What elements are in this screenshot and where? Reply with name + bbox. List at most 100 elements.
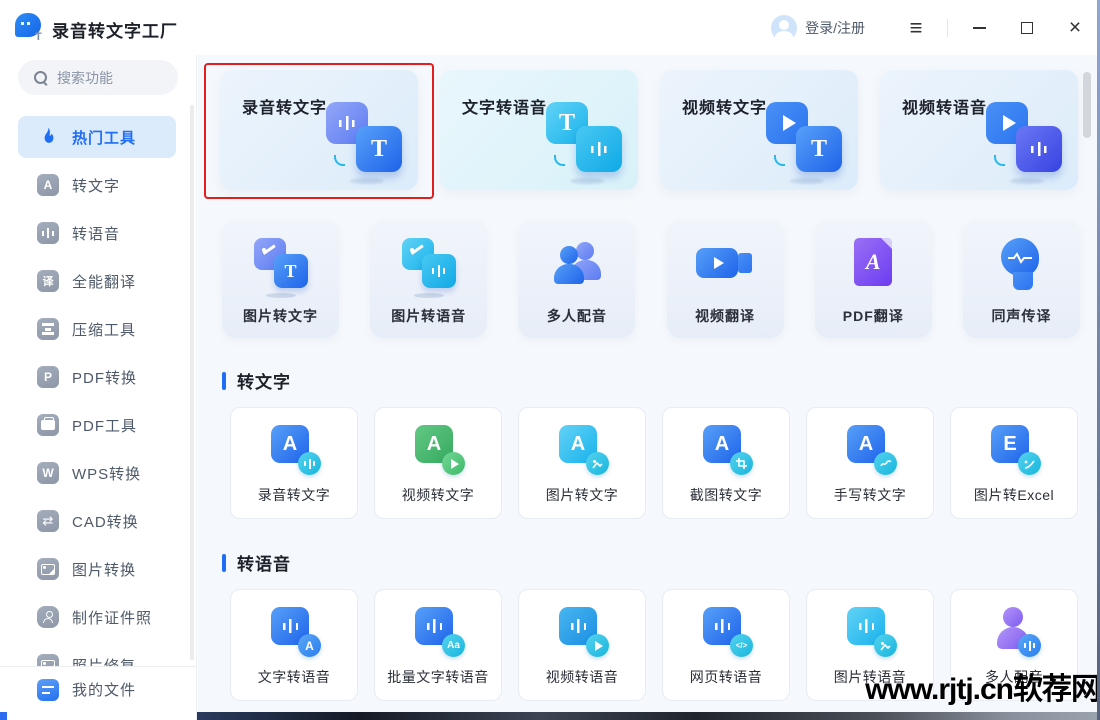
sidebar-item-label: 制作证件照 bbox=[72, 607, 152, 628]
video-to-text-icon: T bbox=[766, 98, 842, 180]
bottom-left-notch bbox=[0, 712, 7, 720]
sidebar-item-hot-tools[interactable]: 热门工具 bbox=[18, 116, 176, 158]
compress-icon bbox=[37, 318, 59, 340]
card-video-to-speech[interactable]: 视频转语音 bbox=[880, 70, 1078, 190]
sidebar-item-pdf-convert[interactable]: P PDF转换 bbox=[18, 356, 176, 398]
close-button[interactable]: × bbox=[1058, 11, 1092, 45]
audio-to-text-icon: T bbox=[326, 98, 402, 180]
login-register-label: 登录/注册 bbox=[805, 18, 865, 38]
tool-label: 图片转文字 bbox=[519, 485, 645, 505]
tool-audio-to-text[interactable]: A 录音转文字 bbox=[230, 407, 358, 519]
tool-label: 录音转文字 bbox=[231, 485, 357, 505]
card-label: 图片转文字 bbox=[222, 306, 339, 326]
my-files-icon bbox=[37, 679, 59, 701]
search-input[interactable]: 搜索功能 bbox=[18, 60, 178, 95]
app-title: 录音转文字工厂 bbox=[52, 17, 178, 42]
titlebar-divider bbox=[947, 19, 948, 37]
tool-video-to-text[interactable]: A 视频转文字 bbox=[374, 407, 502, 519]
audio-to-text-icon: A bbox=[267, 425, 321, 477]
card-simultaneous-interpretation[interactable]: 同声传译 bbox=[963, 220, 1080, 338]
logo-t-glyph: T bbox=[35, 31, 45, 42]
sidebar-menu: 热门工具 A 转文字 转语音 译 全能翻译 压缩工具 P PDF转换 PDF工具… bbox=[0, 110, 197, 720]
tool-batch-text-to-speech[interactable]: Aa 批量文字转语音 bbox=[374, 589, 502, 701]
sidebar-item-label: PDF转换 bbox=[72, 367, 137, 388]
tool-screenshot-to-text[interactable]: A 截图转文字 bbox=[662, 407, 790, 519]
image-to-text-icon: A bbox=[555, 425, 609, 477]
sidebar-item-label: 转语音 bbox=[72, 223, 120, 244]
pdf-document-icon: A bbox=[842, 236, 904, 294]
wps-icon: W bbox=[37, 462, 59, 484]
background-bottom-strip bbox=[197, 712, 1100, 720]
tool-text-to-speech[interactable]: A 文字转语音 bbox=[230, 589, 358, 701]
tool-label: 视频转文字 bbox=[375, 485, 501, 505]
image-to-excel-icon: E bbox=[987, 425, 1041, 477]
sidebar-item-label: 热门工具 bbox=[72, 127, 136, 148]
quick-cards-row: T 图片转文字 图片转语音 多人配音 bbox=[222, 220, 1080, 338]
tool-label: 图片转Excel bbox=[951, 485, 1077, 505]
sidebar-item-translate[interactable]: 译 全能翻译 bbox=[18, 260, 176, 302]
sidebar-item-my-files[interactable]: 我的文件 bbox=[0, 666, 196, 712]
maximize-icon bbox=[1021, 22, 1033, 34]
card-video-translate[interactable]: 视频翻译 bbox=[667, 220, 784, 338]
to-text-cards-row: A 录音转文字 A 视频转文字 A 图片转文字 A 截图转文字 bbox=[230, 407, 1078, 519]
login-register-button[interactable]: 登录/注册 bbox=[771, 15, 865, 41]
section-to-speech-header: 转语音 bbox=[222, 550, 291, 575]
tool-label: 网页转语音 bbox=[663, 667, 789, 687]
card-title: 文字转语音 bbox=[462, 94, 547, 118]
batch-text-to-speech-icon: Aa bbox=[411, 607, 465, 659]
sidebar-item-label: 转文字 bbox=[72, 175, 120, 196]
app-logo-icon: T bbox=[15, 13, 43, 41]
sidebar-item-image-convert[interactable]: 图片转换 bbox=[18, 548, 176, 590]
video-to-text-icon: A bbox=[411, 425, 465, 477]
section-title: 转语音 bbox=[237, 550, 291, 575]
user-avatar-icon bbox=[771, 15, 797, 41]
sidebar-item-pdf-tools[interactable]: PDF工具 bbox=[18, 404, 176, 446]
video-camera-icon bbox=[694, 236, 756, 294]
card-label: 多人配音 bbox=[518, 306, 635, 326]
sidebar-item-cad-convert[interactable]: ⇄ CAD转换 bbox=[18, 500, 176, 542]
tool-image-to-text[interactable]: A 图片转文字 bbox=[518, 407, 646, 519]
sidebar-item-compress-tools[interactable]: 压缩工具 bbox=[18, 308, 176, 350]
sidebar-item-to-text[interactable]: A 转文字 bbox=[18, 164, 176, 206]
minimize-button[interactable] bbox=[962, 11, 996, 45]
sidebar-scrollbar[interactable] bbox=[190, 105, 194, 660]
tool-webpage-to-speech[interactable]: </> 网页转语音 bbox=[662, 589, 790, 701]
sidebar-item-to-speech[interactable]: 转语音 bbox=[18, 212, 176, 254]
image-convert-icon bbox=[37, 558, 59, 580]
video-to-speech-icon bbox=[986, 98, 1062, 180]
head-pulse-icon bbox=[990, 236, 1052, 294]
main-scrollbar-thumb[interactable] bbox=[1083, 72, 1091, 138]
sidebar-item-label: 我的文件 bbox=[72, 679, 136, 700]
card-title: 录音转文字 bbox=[242, 94, 327, 118]
tool-video-to-speech[interactable]: 视频转语音 bbox=[518, 589, 646, 701]
briefcase-icon bbox=[37, 414, 59, 436]
card-image-to-text[interactable]: T 图片转文字 bbox=[222, 220, 339, 338]
sidebar-item-label: 全能翻译 bbox=[72, 271, 136, 292]
tool-handwriting-to-text[interactable]: A 手写转文字 bbox=[806, 407, 934, 519]
sidebar-item-wps-convert[interactable]: W WPS转换 bbox=[18, 452, 176, 494]
title-bar: T 录音转文字工厂 登录/注册 ≡ × bbox=[0, 0, 1100, 55]
tool-label: 视频转语音 bbox=[519, 667, 645, 687]
multi-person-icon bbox=[987, 607, 1041, 659]
sidebar: 搜索功能 热门工具 A 转文字 转语音 译 全能翻译 压缩工具 P PDF转换 bbox=[0, 55, 197, 720]
image-to-speech-icon bbox=[398, 236, 460, 294]
sidebar-item-id-photo[interactable]: 制作证件照 bbox=[18, 596, 176, 638]
sidebar-item-label: PDF工具 bbox=[72, 415, 137, 436]
sidebar-item-label: WPS转换 bbox=[72, 463, 141, 484]
card-audio-to-text[interactable]: 录音转文字 T bbox=[220, 70, 418, 190]
main-menu-button[interactable]: ≡ bbox=[899, 11, 933, 45]
card-pdf-translate[interactable]: A PDF翻译 bbox=[815, 220, 932, 338]
card-text-to-speech[interactable]: 文字转语音 T bbox=[440, 70, 638, 190]
tool-label: 批量文字转语音 bbox=[375, 667, 501, 687]
card-label: PDF翻译 bbox=[815, 306, 932, 326]
maximize-button[interactable] bbox=[1010, 11, 1044, 45]
card-video-to-text[interactable]: 视频转文字 T bbox=[660, 70, 858, 190]
pdf-convert-icon: P bbox=[37, 366, 59, 388]
text-to-speech-icon: T bbox=[546, 98, 622, 180]
tool-image-to-excel[interactable]: E 图片转Excel bbox=[950, 407, 1078, 519]
tool-label: 手写转文字 bbox=[807, 485, 933, 505]
search-icon bbox=[34, 71, 47, 84]
sidebar-item-label: 图片转换 bbox=[72, 559, 136, 580]
card-multi-voice-dubbing[interactable]: 多人配音 bbox=[518, 220, 635, 338]
card-image-to-speech[interactable]: 图片转语音 bbox=[370, 220, 487, 338]
